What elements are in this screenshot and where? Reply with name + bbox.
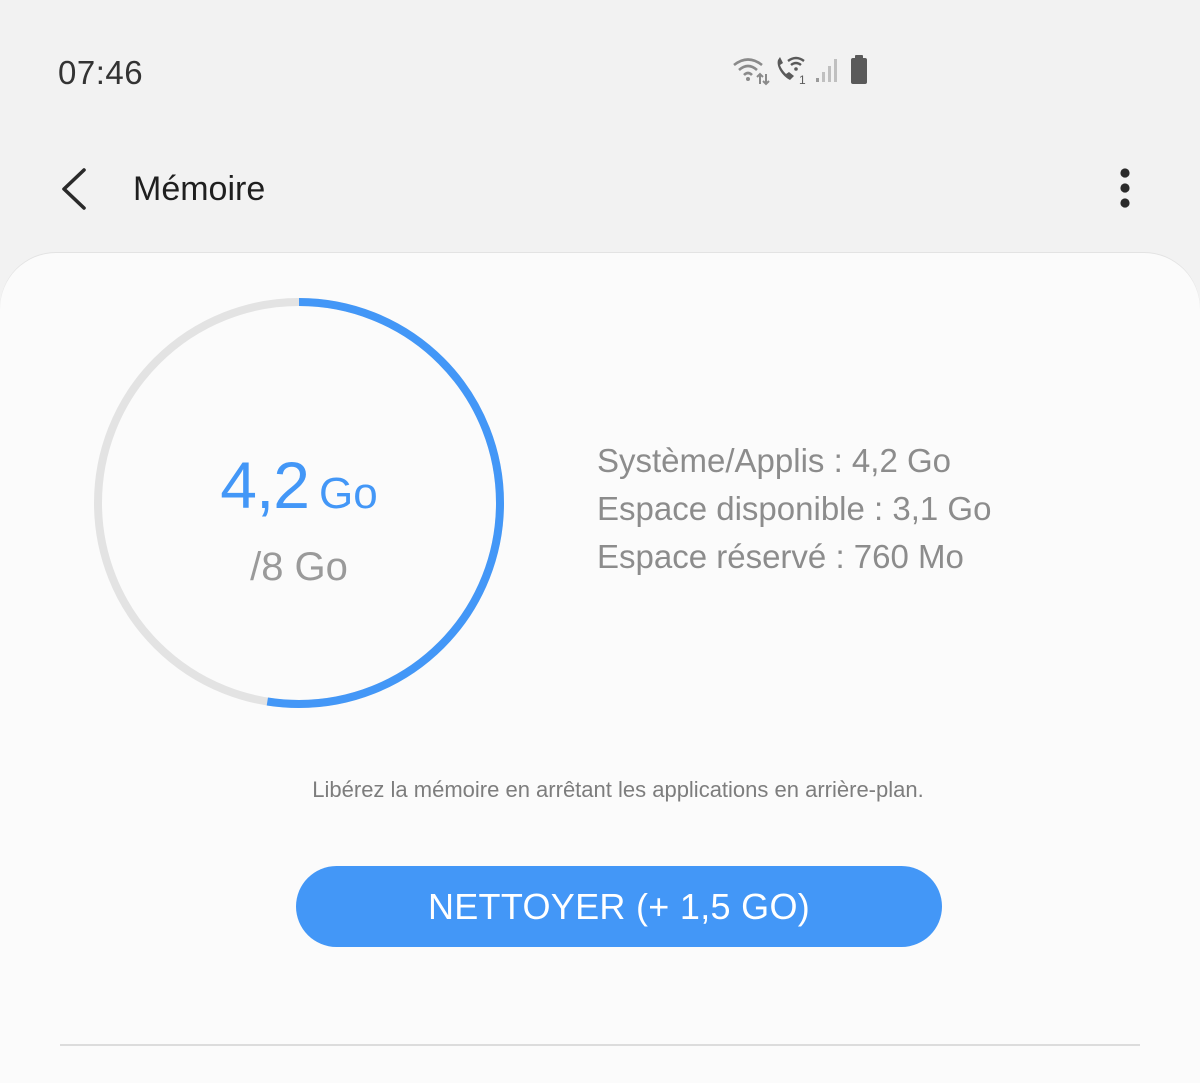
chevron-left-icon: [62, 168, 86, 210]
used-memory-unit: Go: [319, 469, 378, 518]
clean-button[interactable]: NETTOYER (+ 1,5 GO): [296, 866, 942, 947]
page-title: Mémoire: [133, 170, 266, 208]
divider: [60, 1044, 1140, 1046]
memory-ring: 4,2 Go /8 Go: [93, 297, 505, 709]
svg-text:1: 1: [799, 73, 806, 86]
memory-details: Système/Applis : 4,2 Go Espace disponibl…: [597, 437, 991, 581]
status-icons: 1: [728, 54, 878, 90]
status-bar: 07:46 1: [0, 0, 1200, 140]
detail-system-apps: Système/Applis : 4,2 Go: [597, 442, 951, 479]
battery-icon: [851, 55, 867, 84]
detail-reserved: Espace réservé : 760 Mo: [597, 538, 964, 575]
hint-text: Libérez la mémoire en arrêtant les appli…: [312, 777, 924, 802]
used-memory-number: 4,2: [220, 448, 310, 522]
wifi-calling-icon: [733, 58, 770, 86]
used-memory-value: 4,2 Go: [93, 447, 505, 523]
app-bar: Mémoire: [0, 140, 1200, 250]
detail-available: Espace disponible : 3,1 Go: [597, 490, 992, 527]
signal-icon: [816, 59, 837, 82]
status-time: 07:46: [58, 54, 144, 91]
more-options-button[interactable]: [1100, 160, 1150, 216]
total-memory: /8 Go: [250, 545, 348, 589]
wifi-call-icon: 1: [777, 56, 806, 86]
more-vertical-icon: [1120, 168, 1130, 208]
back-button[interactable]: [48, 160, 104, 216]
